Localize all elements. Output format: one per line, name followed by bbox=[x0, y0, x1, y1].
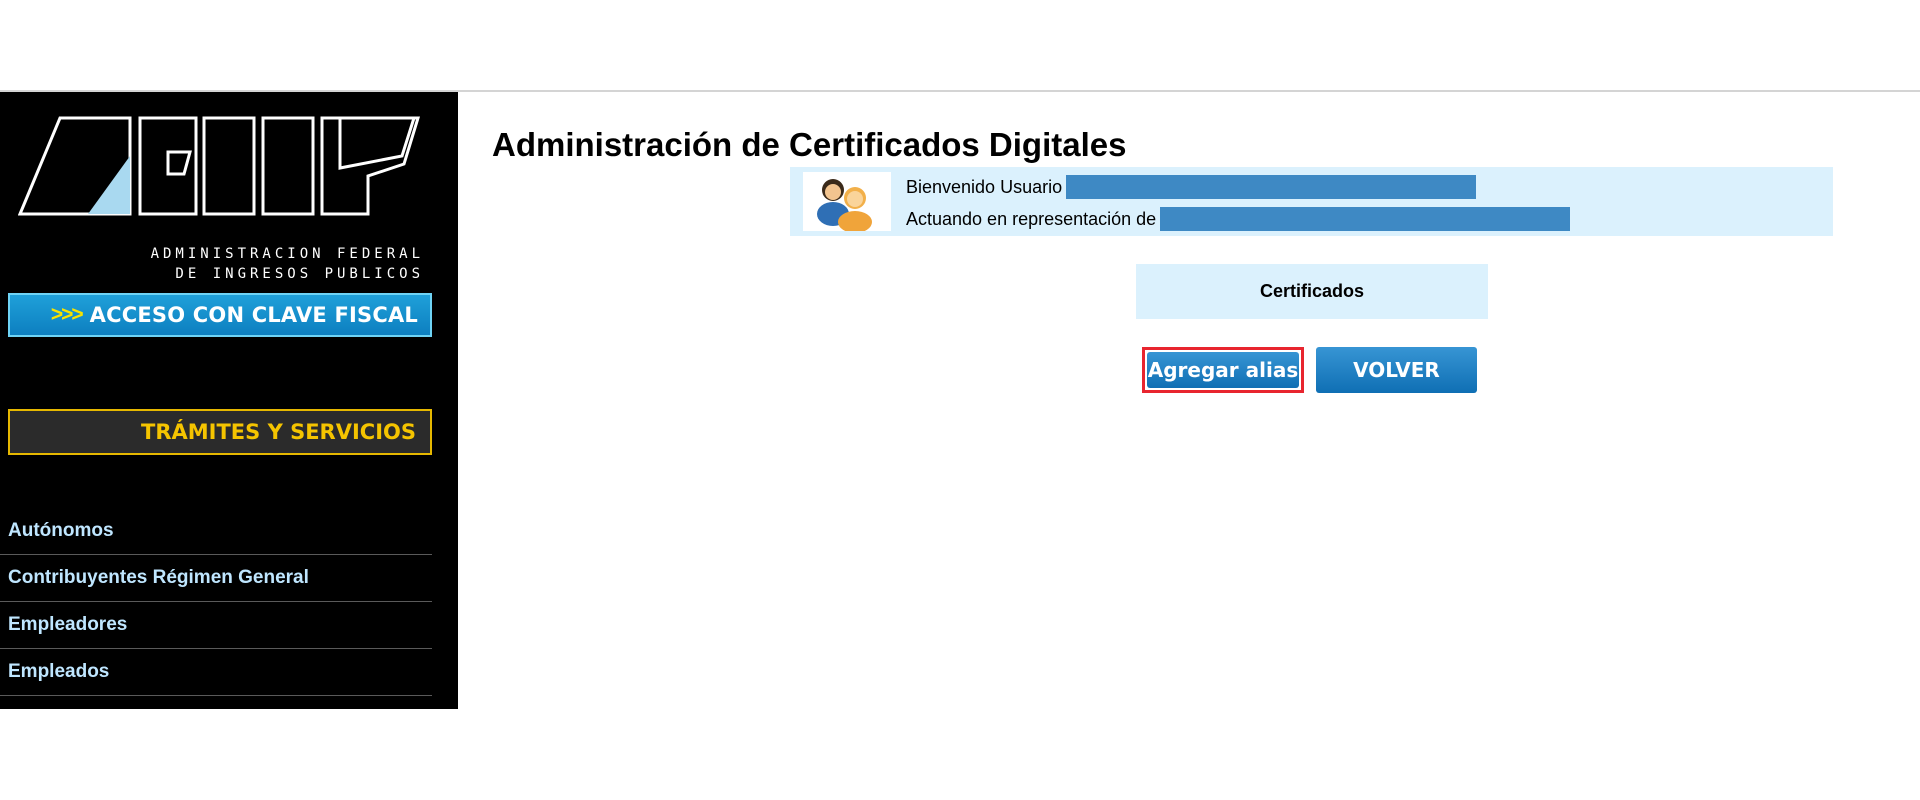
redacted-username bbox=[1066, 175, 1477, 199]
clave-fiscal-label: ACCESO CON CLAVE FISCAL bbox=[89, 303, 418, 327]
users-icon bbox=[803, 172, 891, 233]
acting-label: Actuando en representación de bbox=[906, 208, 1157, 229]
agregar-alias-button[interactable]: Agregar alias bbox=[1142, 347, 1304, 393]
logo-text-line2: DE INGRESOS PUBLICOS bbox=[175, 266, 424, 282]
sidebar-link-autonomos[interactable]: Autónomos bbox=[0, 508, 432, 555]
page-title: Administración de Certificados Digitales bbox=[492, 126, 1127, 163]
afip-logo-mark bbox=[17, 116, 421, 216]
clave-fiscal-button[interactable]: >>> ACCESO CON CLAVE FISCAL bbox=[8, 293, 432, 337]
chevrons-icon: >>> bbox=[50, 303, 84, 326]
afip-logo[interactable]: ADMINISTRACION FEDERAL DE INGRESOS PUBLI… bbox=[17, 116, 424, 282]
logo-text-line1: ADMINISTRACION FEDERAL bbox=[150, 246, 424, 262]
redacted-representation bbox=[1160, 207, 1571, 231]
agregar-alias-label: Agregar alias bbox=[1147, 352, 1299, 388]
acting-line: Actuando en representación de bbox=[906, 207, 1571, 231]
tramites-servicios-button[interactable]: TRÁMITES Y SERVICIOS bbox=[8, 409, 432, 455]
sidebar-links: Autónomos Contribuyentes Régimen General… bbox=[0, 508, 432, 696]
volver-button[interactable]: VOLVER bbox=[1316, 347, 1477, 393]
welcome-user-label: Bienvenido Usuario bbox=[906, 176, 1063, 197]
sidebar: ADMINISTRACION FEDERAL DE INGRESOS PUBLI… bbox=[0, 92, 458, 709]
certificados-header: Certificados bbox=[1136, 264, 1488, 319]
tramites-servicios-label: TRÁMITES Y SERVICIOS bbox=[141, 420, 416, 444]
sidebar-link-contribuyentes[interactable]: Contribuyentes Régimen General bbox=[0, 555, 432, 602]
sidebar-link-empleados[interactable]: Empleados bbox=[0, 649, 432, 696]
welcome-user-line: Bienvenido Usuario bbox=[906, 175, 1477, 199]
sidebar-link-empleadores[interactable]: Empleadores bbox=[0, 602, 432, 649]
welcome-panel: Bienvenido Usuario Actuando en represent… bbox=[790, 167, 1833, 236]
